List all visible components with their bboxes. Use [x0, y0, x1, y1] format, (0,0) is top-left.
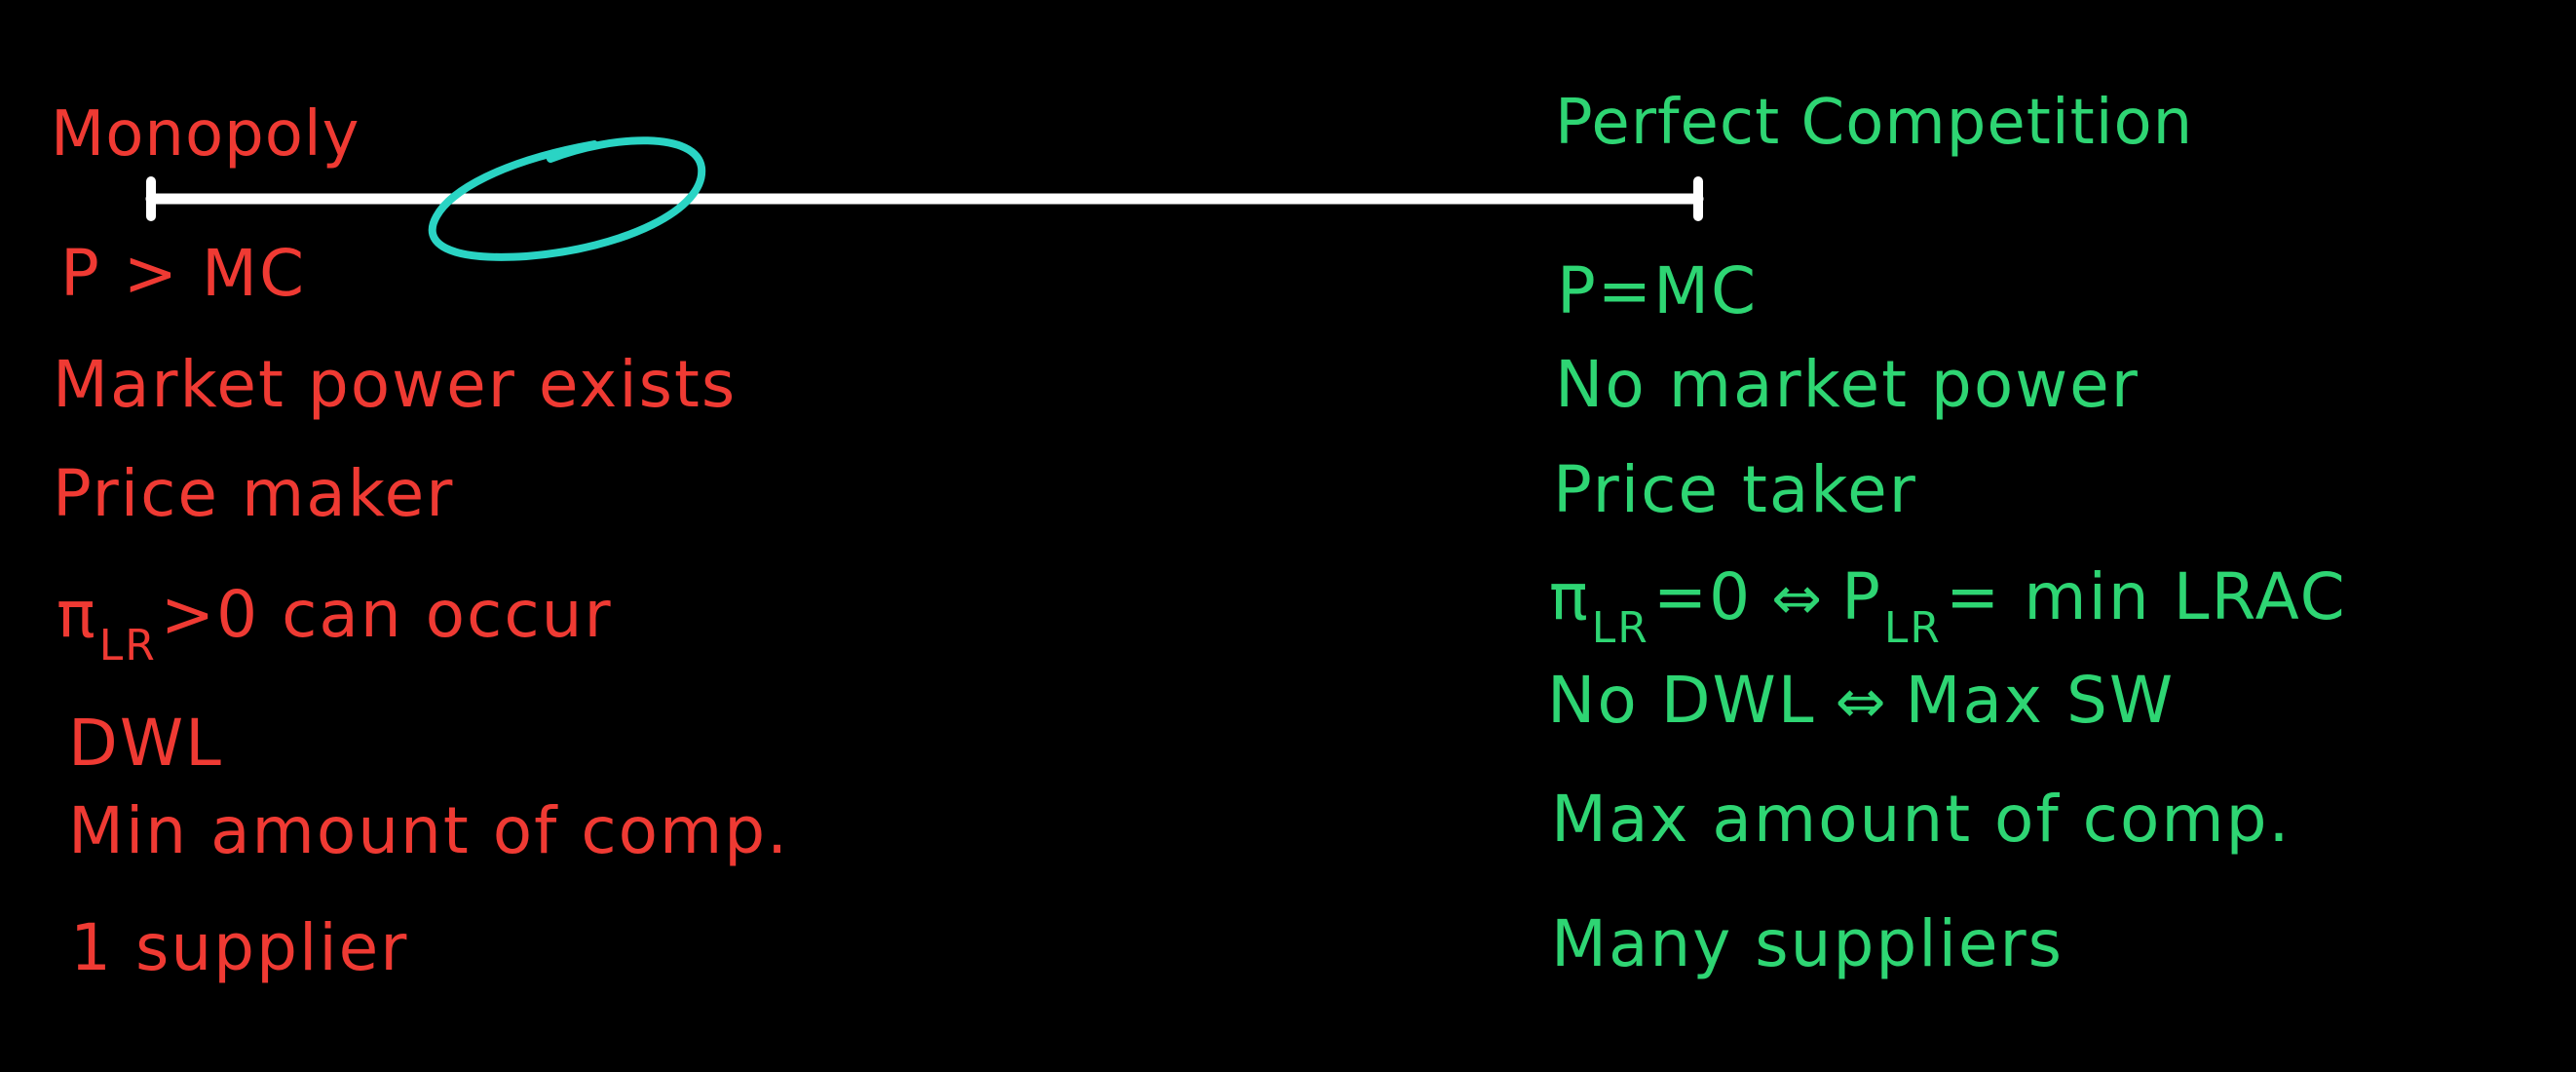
monopoly-item-dwl: DWL	[68, 706, 223, 781]
pc-max-sw-text: Max SW	[1905, 663, 2176, 738]
pc-item-max-competition: Max amount of comp.	[1551, 782, 2292, 857]
pc-min-lrac: = min LRAC	[1946, 559, 2347, 634]
pc-item-no-dwl: No DWL ⇔ Max SW	[1547, 669, 2175, 733]
pc-profit-subscript: LR	[1591, 603, 1649, 653]
perfect-competition-title: Perfect Competition	[1555, 87, 2194, 159]
monopoly-item-p-gt-mc: P > MC	[60, 236, 307, 311]
monopoly-item-long-run-profit: πLR>0 can occur	[57, 583, 613, 668]
monopoly-item-one-supplier: 1 supplier	[70, 910, 409, 985]
pc-price-symbol: P	[1841, 559, 1882, 634]
pc-no-dwl-text: No DWL	[1547, 663, 1816, 738]
pc-item-long-run-profit: πLR=0 ⇔ PLR= min LRAC	[1549, 562, 2347, 650]
pc-price-subscript: LR	[1883, 603, 1942, 653]
monopoly-item-min-competition: Min amount of comp.	[68, 793, 790, 868]
monopoly-item-price-maker: Price maker	[53, 456, 455, 531]
double-arrow-icon: ⇔	[1835, 666, 1886, 737]
monopoly-title: Monopoly	[51, 98, 360, 171]
double-arrow-icon: ⇔	[1771, 562, 1823, 633]
profit-subscript: LR	[98, 621, 157, 670]
pc-profit-symbol: π	[1549, 559, 1590, 634]
pc-profit-zero: =0	[1652, 559, 1753, 634]
highlight-circle	[428, 136, 706, 261]
monopoly-item-market-power: Market power exists	[53, 347, 738, 422]
pc-item-many-suppliers: Many suppliers	[1551, 906, 2065, 981]
profit-condition: >0 can occur	[160, 577, 613, 652]
pc-item-price-taker: Price taker	[1553, 452, 1917, 527]
pc-item-p-eq-mc: P=MC	[1557, 253, 1759, 328]
pc-item-no-market-power: No market power	[1555, 347, 2140, 422]
profit-symbol: π	[57, 577, 97, 652]
